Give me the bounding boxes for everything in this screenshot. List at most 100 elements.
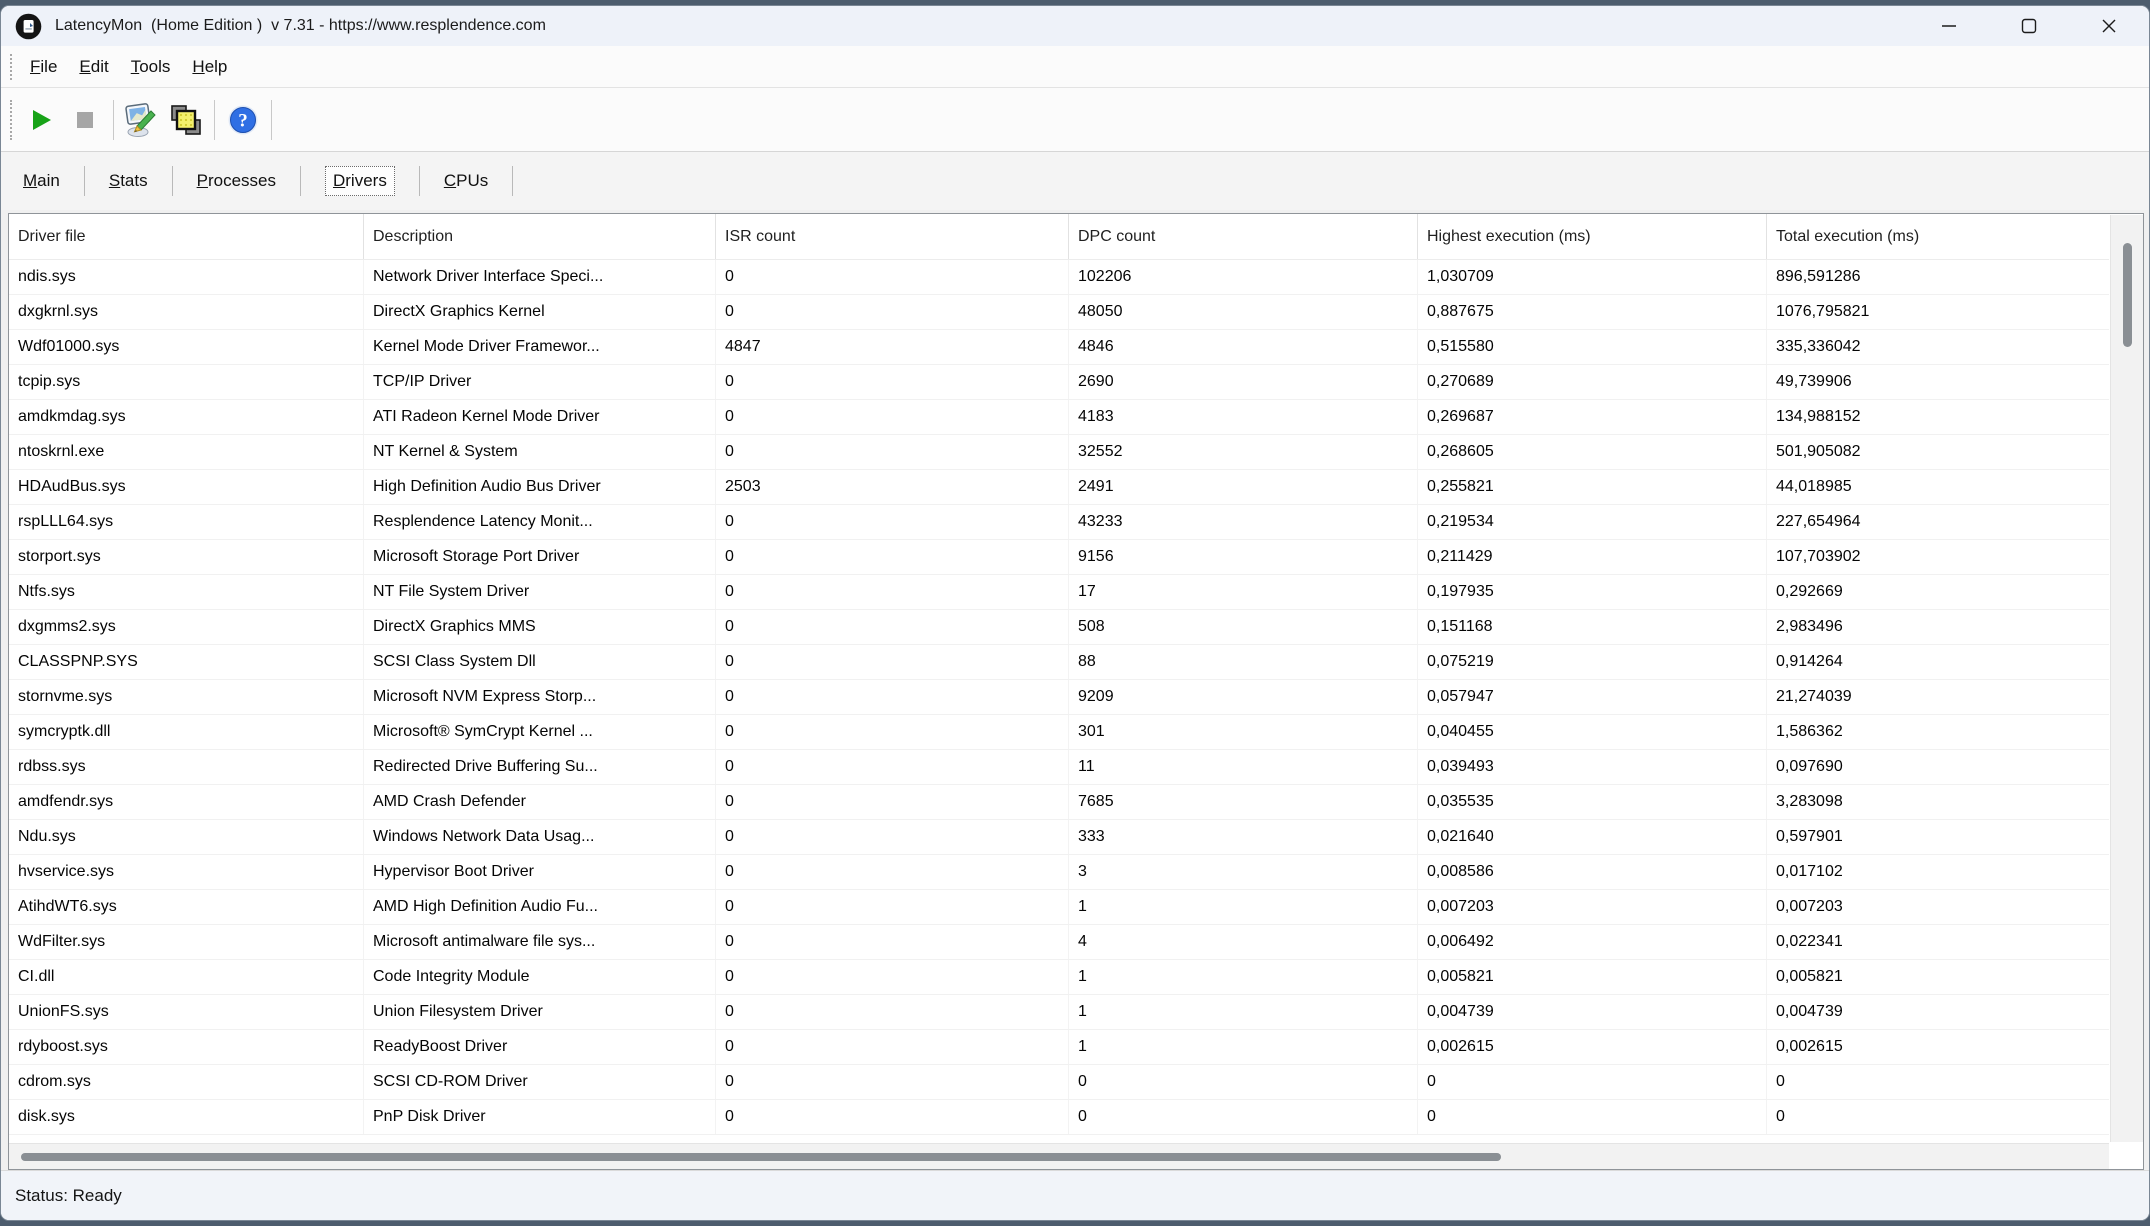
cell-description: NT Kernel & System (364, 435, 716, 469)
horizontal-scrollbar-thumb[interactable] (21, 1153, 1501, 1161)
stop-monitor-button[interactable] (63, 98, 107, 142)
cell-description: Resplendence Latency Monit... (364, 505, 716, 539)
table-row[interactable]: AtihdWT6.sys AMD High Definition Audio F… (9, 890, 2109, 925)
cell-isr-count: 0 (716, 610, 1069, 644)
cell-description: Microsoft antimalware file sys... (364, 925, 716, 959)
cell-isr-count: 0 (716, 365, 1069, 399)
horizontal-scrollbar[interactable] (9, 1143, 2109, 1169)
table-row[interactable]: hvservice.sys Hypervisor Boot Driver 0 3… (9, 855, 2109, 890)
header-dpc-count[interactable]: DPC count (1069, 214, 1418, 259)
header-total-execution[interactable]: Total execution (ms) (1767, 214, 2109, 259)
cell-description: Microsoft® SymCrypt Kernel ... (364, 715, 716, 749)
cell-driver-file: HDAudBus.sys (9, 470, 364, 504)
title-bar[interactable]: LatencyMon (Home Edition ) v 7.31 - http… (1, 6, 2149, 46)
cell-driver-file: ndis.sys (9, 260, 364, 294)
start-monitor-button[interactable] (19, 98, 63, 142)
options-button[interactable] (120, 98, 164, 142)
cell-description: Code Integrity Module (364, 960, 716, 994)
cell-dpc-count: 4846 (1069, 330, 1418, 364)
table-row[interactable]: ntoskrnl.exe NT Kernel & System 0 32552 … (9, 435, 2109, 470)
cell-total-execution: 1076,795821 (1767, 295, 2109, 329)
cell-driver-file: tcpip.sys (9, 365, 364, 399)
cell-highest-execution: 0,039493 (1418, 750, 1767, 784)
cell-driver-file: cdrom.sys (9, 1065, 364, 1099)
cell-driver-file: symcryptk.dll (9, 715, 364, 749)
tab-processes[interactable]: Processes (175, 152, 298, 210)
cell-dpc-count: 0 (1069, 1100, 1418, 1134)
table-row[interactable]: disk.sys PnP Disk Driver 0 0 0 0 (9, 1100, 2109, 1135)
menu-item-file[interactable]: File (19, 51, 68, 83)
tab-cpus[interactable]: CPUs (422, 152, 510, 210)
help-button[interactable]: ? (221, 98, 265, 142)
tab-separator (172, 166, 173, 196)
table-row[interactable]: rdyboost.sys ReadyBoost Driver 0 1 0,002… (9, 1030, 2109, 1065)
cell-dpc-count: 43233 (1069, 505, 1418, 539)
tab-drivers[interactable]: Drivers (303, 152, 417, 210)
processes-window-button[interactable] (164, 98, 208, 142)
table-row[interactable]: storport.sys Microsoft Storage Port Driv… (9, 540, 2109, 575)
minimize-button[interactable] (1909, 6, 1989, 46)
header-isr-count[interactable]: ISR count (716, 214, 1069, 259)
table-row[interactable]: HDAudBus.sys High Definition Audio Bus D… (9, 470, 2109, 505)
tab-main[interactable]: Main (1, 152, 82, 210)
header-description[interactable]: Description (364, 214, 716, 259)
minimize-icon (1941, 18, 1957, 34)
tab-separator (419, 166, 420, 196)
cell-dpc-count: 1 (1069, 890, 1418, 924)
cell-total-execution: 2,983496 (1767, 610, 2109, 644)
table-row[interactable]: CI.dll Code Integrity Module 0 1 0,00582… (9, 960, 2109, 995)
cell-highest-execution: 0,887675 (1418, 295, 1767, 329)
tab-stats[interactable]: Stats (87, 152, 170, 210)
table-row[interactable]: symcryptk.dll Microsoft® SymCrypt Kernel… (9, 715, 2109, 750)
toolbar-separator (113, 100, 114, 140)
cell-isr-count: 0 (716, 575, 1069, 609)
menu-item-tools[interactable]: Tools (120, 51, 182, 83)
table-row[interactable]: UnionFS.sys Union Filesystem Driver 0 1 … (9, 995, 2109, 1030)
vertical-scrollbar[interactable] (2110, 215, 2143, 1142)
cell-total-execution: 134,988152 (1767, 400, 2109, 434)
vertical-scrollbar-thumb[interactable] (2123, 243, 2132, 347)
cell-highest-execution: 0,005821 (1418, 960, 1767, 994)
table-row[interactable]: CLASSPNP.SYS SCSI Class System Dll 0 88 … (9, 645, 2109, 680)
cell-description: SCSI Class System Dll (364, 645, 716, 679)
maximize-icon (2021, 18, 2037, 34)
header-driver-file[interactable]: Driver file (9, 214, 364, 259)
cell-total-execution: 0,017102 (1767, 855, 2109, 889)
cell-dpc-count: 2491 (1069, 470, 1418, 504)
table-row[interactable]: cdrom.sys SCSI CD-ROM Driver 0 0 0 0 (9, 1065, 2109, 1100)
table-row[interactable]: amdkmdag.sys ATI Radeon Kernel Mode Driv… (9, 400, 2109, 435)
menu-item-edit[interactable]: Edit (68, 51, 119, 83)
cell-highest-execution: 0,075219 (1418, 645, 1767, 679)
table-row[interactable]: dxgkrnl.sys DirectX Graphics Kernel 0 48… (9, 295, 2109, 330)
table-row[interactable]: ndis.sys Network Driver Interface Speci.… (9, 260, 2109, 295)
help-icon: ? (227, 104, 259, 136)
cell-total-execution: 0,292669 (1767, 575, 2109, 609)
caption-buttons (1909, 6, 2149, 46)
cell-description: Microsoft Storage Port Driver (364, 540, 716, 574)
cell-highest-execution: 0 (1418, 1065, 1767, 1099)
table-row[interactable]: stornvme.sys Microsoft NVM Express Storp… (9, 680, 2109, 715)
table-row[interactable]: rspLLL64.sys Resplendence Latency Monit.… (9, 505, 2109, 540)
table-row[interactable]: Ntfs.sys NT File System Driver 0 17 0,19… (9, 575, 2109, 610)
cell-isr-count: 0 (716, 680, 1069, 714)
table-row[interactable]: tcpip.sys TCP/IP Driver 0 2690 0,270689 … (9, 365, 2109, 400)
play-icon (28, 107, 54, 133)
table-row[interactable]: rdbss.sys Redirected Drive Buffering Su.… (9, 750, 2109, 785)
cell-dpc-count: 508 (1069, 610, 1418, 644)
maximize-button[interactable] (1989, 6, 2069, 46)
close-button[interactable] (2069, 6, 2149, 46)
header-highest-execution[interactable]: Highest execution (ms) (1418, 214, 1767, 259)
menu-grip-handle[interactable] (10, 54, 12, 80)
table-row[interactable]: Wdf01000.sys Kernel Mode Driver Framewor… (9, 330, 2109, 365)
table-row[interactable]: WdFilter.sys Microsoft antimalware file … (9, 925, 2109, 960)
table-row[interactable]: dxgmms2.sys DirectX Graphics MMS 0 508 0… (9, 610, 2109, 645)
toolbar-grip-handle[interactable] (10, 100, 12, 140)
menu-item-help[interactable]: Help (181, 51, 238, 83)
table-row[interactable]: Ndu.sys Windows Network Data Usag... 0 3… (9, 820, 2109, 855)
table-body: ndis.sys Network Driver Interface Speci.… (9, 260, 2109, 1143)
cell-dpc-count: 1 (1069, 960, 1418, 994)
cell-total-execution: 0,005821 (1767, 960, 2109, 994)
table-row[interactable]: amdfendr.sys AMD Crash Defender 0 7685 0… (9, 785, 2109, 820)
cell-total-execution: 3,283098 (1767, 785, 2109, 819)
monitor-edit-icon (124, 102, 160, 138)
